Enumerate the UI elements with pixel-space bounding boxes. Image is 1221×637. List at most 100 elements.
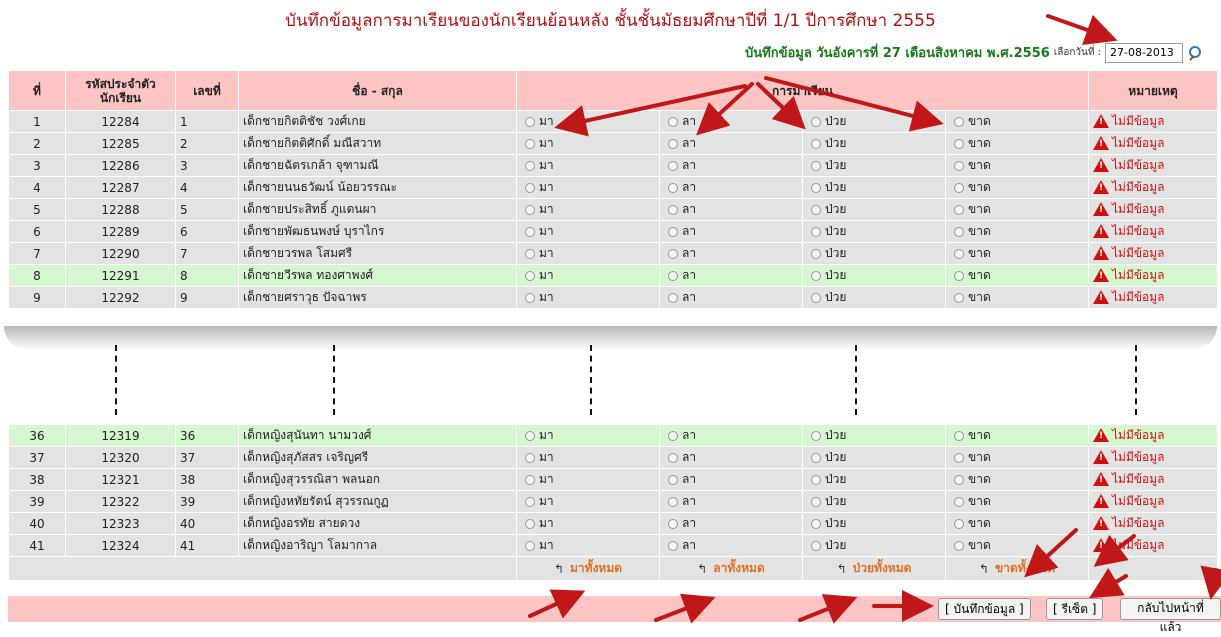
radio-button-icon[interactable] bbox=[811, 248, 821, 259]
radio-button-icon[interactable] bbox=[811, 270, 821, 281]
radio-present[interactable]: มา bbox=[521, 134, 554, 153]
radio-button-icon[interactable] bbox=[668, 160, 678, 171]
note-link[interactable]: ไม่มีข้อมูล bbox=[1093, 288, 1165, 307]
radio-absent[interactable]: ขาด bbox=[950, 112, 991, 131]
note-link[interactable]: ไม่มีข้อมูล bbox=[1093, 266, 1165, 285]
radio-present[interactable]: มา bbox=[521, 492, 554, 511]
radio-button-icon[interactable] bbox=[811, 204, 821, 215]
note-link[interactable]: ไม่มีข้อมูล bbox=[1093, 178, 1165, 197]
radio-sick[interactable]: ป่วย bbox=[807, 470, 846, 489]
radio-absent[interactable]: ขาด bbox=[950, 492, 991, 511]
radio-button-icon[interactable] bbox=[525, 540, 535, 551]
radio-leave[interactable]: ลา bbox=[664, 156, 696, 175]
radio-button-icon[interactable] bbox=[525, 496, 535, 507]
radio-leave[interactable]: ลา bbox=[664, 536, 696, 555]
radio-present[interactable]: มา bbox=[521, 514, 554, 533]
radio-button-icon[interactable] bbox=[954, 452, 964, 463]
note-link[interactable]: ไม่มีข้อมูล bbox=[1093, 134, 1165, 153]
radio-button-icon[interactable] bbox=[668, 248, 678, 259]
radio-absent[interactable]: ขาด bbox=[950, 222, 991, 241]
note-link[interactable]: ไม่มีข้อมูล bbox=[1093, 222, 1165, 241]
radio-button-icon[interactable] bbox=[811, 540, 821, 551]
note-link[interactable]: ไม่มีข้อมูล bbox=[1093, 514, 1165, 533]
radio-leave[interactable]: ลา bbox=[664, 266, 696, 285]
radio-button-icon[interactable] bbox=[811, 496, 821, 507]
radio-leave[interactable]: ลา bbox=[664, 134, 696, 153]
radio-button-icon[interactable] bbox=[811, 116, 821, 127]
radio-button-icon[interactable] bbox=[668, 226, 678, 237]
radio-leave[interactable]: ลา bbox=[664, 288, 696, 307]
radio-present[interactable]: มา bbox=[521, 156, 554, 175]
radio-leave[interactable]: ลา bbox=[664, 492, 696, 511]
radio-button-icon[interactable] bbox=[668, 138, 678, 149]
radio-button-icon[interactable] bbox=[668, 270, 678, 281]
radio-leave[interactable]: ลา bbox=[664, 200, 696, 219]
radio-button-icon[interactable] bbox=[668, 430, 678, 441]
radio-absent[interactable]: ขาด bbox=[950, 134, 991, 153]
radio-sick[interactable]: ป่วย bbox=[807, 112, 846, 131]
radio-absent[interactable]: ขาด bbox=[950, 470, 991, 489]
radio-button-icon[interactable] bbox=[525, 226, 535, 237]
radio-button-icon[interactable] bbox=[525, 270, 535, 281]
radio-absent[interactable]: ขาด bbox=[950, 448, 991, 467]
save-button[interactable]: [ บันทึกข้อมูล ] bbox=[938, 598, 1031, 620]
radio-button-icon[interactable] bbox=[811, 474, 821, 485]
radio-button-icon[interactable] bbox=[954, 226, 964, 237]
radio-sick[interactable]: ป่วย bbox=[807, 156, 846, 175]
radio-button-icon[interactable] bbox=[525, 182, 535, 193]
radio-sick[interactable]: ป่วย bbox=[807, 514, 846, 533]
radio-button-icon[interactable] bbox=[525, 518, 535, 529]
radio-absent[interactable]: ขาด bbox=[950, 200, 991, 219]
radio-absent[interactable]: ขาด bbox=[950, 266, 991, 285]
radio-button-icon[interactable] bbox=[525, 474, 535, 485]
radio-button-icon[interactable] bbox=[525, 430, 535, 441]
radio-button-icon[interactable] bbox=[954, 496, 964, 507]
select-all-present-button[interactable]: ↰ มาทั้งหมด bbox=[554, 559, 622, 578]
radio-sick[interactable]: ป่วย bbox=[807, 426, 846, 445]
radio-present[interactable]: มา bbox=[521, 426, 554, 445]
radio-button-icon[interactable] bbox=[954, 430, 964, 441]
date-input[interactable] bbox=[1105, 42, 1183, 63]
radio-sick[interactable]: ป่วย bbox=[807, 134, 846, 153]
radio-button-icon[interactable] bbox=[525, 138, 535, 149]
note-link[interactable]: ไม่มีข้อมูล bbox=[1093, 156, 1165, 175]
note-link[interactable]: ไม่มีข้อมูล bbox=[1093, 448, 1165, 467]
radio-leave[interactable]: ลา bbox=[664, 178, 696, 197]
radio-present[interactable]: มา bbox=[521, 244, 554, 263]
radio-leave[interactable]: ลา bbox=[664, 112, 696, 131]
radio-button-icon[interactable] bbox=[525, 248, 535, 259]
radio-button-icon[interactable] bbox=[525, 116, 535, 127]
radio-button-icon[interactable] bbox=[954, 292, 964, 303]
radio-button-icon[interactable] bbox=[525, 292, 535, 303]
radio-button-icon[interactable] bbox=[668, 204, 678, 215]
radio-button-icon[interactable] bbox=[668, 474, 678, 485]
radio-button-icon[interactable] bbox=[954, 518, 964, 529]
radio-button-icon[interactable] bbox=[954, 138, 964, 149]
radio-absent[interactable]: ขาด bbox=[950, 244, 991, 263]
radio-button-icon[interactable] bbox=[668, 540, 678, 551]
radio-sick[interactable]: ป่วย bbox=[807, 492, 846, 511]
radio-leave[interactable]: ลา bbox=[664, 222, 696, 241]
radio-sick[interactable]: ป่วย bbox=[807, 266, 846, 285]
radio-button-icon[interactable] bbox=[954, 474, 964, 485]
radio-leave[interactable]: ลา bbox=[664, 514, 696, 533]
radio-sick[interactable]: ป่วย bbox=[807, 200, 846, 219]
note-link[interactable]: ไม่มีข้อมูล bbox=[1093, 244, 1165, 263]
radio-absent[interactable]: ขาด bbox=[950, 178, 991, 197]
radio-present[interactable]: มา bbox=[521, 536, 554, 555]
radio-button-icon[interactable] bbox=[954, 540, 964, 551]
radio-leave[interactable]: ลา bbox=[664, 244, 696, 263]
radio-sick[interactable]: ป่วย bbox=[807, 288, 846, 307]
radio-button-icon[interactable] bbox=[811, 138, 821, 149]
note-link[interactable]: ไม่มีข้อมูล bbox=[1093, 536, 1165, 555]
radio-absent[interactable]: ขาด bbox=[950, 288, 991, 307]
radio-button-icon[interactable] bbox=[525, 452, 535, 463]
radio-button-icon[interactable] bbox=[811, 452, 821, 463]
radio-button-icon[interactable] bbox=[811, 160, 821, 171]
select-all-sick-button[interactable]: ↰ ป่วยทั้งหมด bbox=[837, 559, 912, 578]
radio-button-icon[interactable] bbox=[954, 248, 964, 259]
note-link[interactable]: ไม่มีข้อมูล bbox=[1093, 200, 1165, 219]
radio-button-icon[interactable] bbox=[668, 116, 678, 127]
radio-button-icon[interactable] bbox=[668, 292, 678, 303]
note-link[interactable]: ไม่มีข้อมูล bbox=[1093, 426, 1165, 445]
